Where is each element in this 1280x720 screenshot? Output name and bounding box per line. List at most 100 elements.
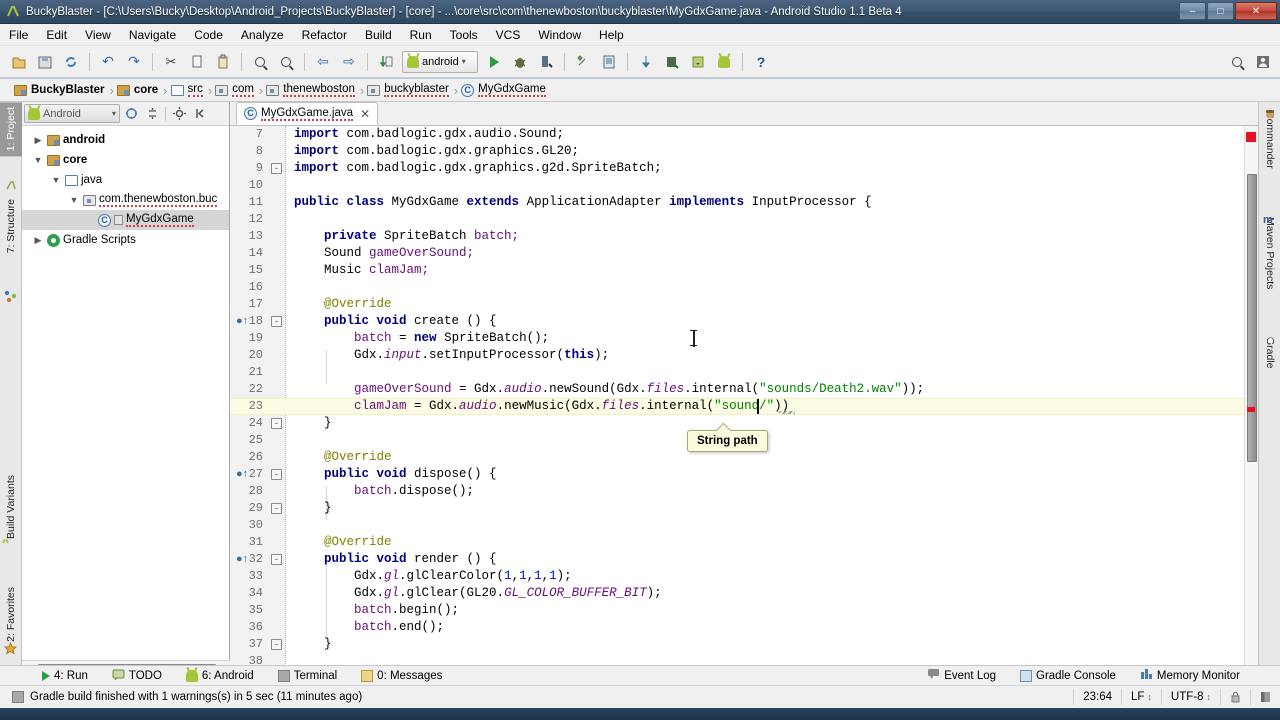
menu-refactor[interactable]: Refactor — [293, 25, 356, 45]
code-line[interactable]: public void create () { — [286, 313, 497, 330]
lock-toggle[interactable] — [1220, 689, 1250, 705]
editor-vscrollbar[interactable] — [1246, 174, 1257, 464]
redo-icon[interactable]: ↷ — [122, 50, 146, 74]
back-icon[interactable]: ⇦ — [311, 50, 335, 74]
find-icon[interactable] — [248, 50, 272, 74]
hide-panel-icon[interactable] — [190, 104, 210, 124]
update-project-icon[interactable] — [374, 50, 398, 74]
sidebar-tab-structure[interactable]: 7: Structure — [0, 194, 22, 258]
bottom-tab-run[interactable]: 4: Run — [30, 670, 100, 682]
vscrollbar-thumb[interactable] — [1247, 174, 1257, 462]
menu-window[interactable]: Window — [529, 25, 590, 45]
menu-build[interactable]: Build — [356, 25, 401, 45]
twisty-icon[interactable]: ▼ — [68, 195, 80, 205]
settings-gear-icon[interactable] — [169, 104, 189, 124]
code-line[interactable]: @Override — [286, 296, 392, 313]
open-project-icon[interactable] — [7, 50, 31, 74]
tree-item-mygdxgame[interactable]: C MyGdxGame — [22, 210, 229, 230]
code-fold-toggle-icon[interactable]: - — [271, 418, 282, 429]
menu-vcs[interactable]: VCS — [487, 25, 530, 45]
tree-item-package[interactable]: ▼ com.thenewboston.buc — [22, 190, 229, 210]
override-method-icon[interactable]: ●↑ — [236, 315, 248, 328]
debug-icon[interactable] — [508, 50, 532, 74]
breadcrumb-item-com[interactable]: com — [215, 83, 258, 97]
build-status-icon[interactable] — [12, 691, 24, 703]
breadcrumb-item-core[interactable]: core — [116, 84, 162, 96]
stepper-icon[interactable]: ↕ — [1147, 692, 1152, 702]
code-line[interactable]: batch.end(); — [286, 619, 444, 636]
code-line[interactable] — [286, 211, 294, 228]
code-fold-toggle-icon[interactable]: - — [271, 163, 282, 174]
code-line[interactable]: Music clamJam; — [286, 262, 429, 279]
warning-stripe-marker[interactable] — [1247, 407, 1255, 412]
scroll-from-source-icon[interactable] — [121, 104, 141, 124]
editor-gutter[interactable]: 7 8 9-10 11 12 13 14 15 16 17 18- ●↑ 19 20 21 22 23 24-25… — [230, 126, 286, 674]
breadcrumb-item-buckyblaster[interactable]: BuckyBlaster — [14, 84, 109, 96]
bottom-tab-gradle-console[interactable]: Gradle Console — [1008, 669, 1128, 682]
menu-analyze[interactable]: Analyze — [232, 25, 293, 45]
code-line[interactable]: @Override — [286, 449, 392, 466]
menu-help[interactable]: Help — [590, 25, 633, 45]
code-line[interactable]: batch.dispose(); — [286, 483, 474, 500]
run-icon[interactable] — [482, 50, 506, 74]
close-button[interactable]: ✕ — [1235, 2, 1277, 20]
code-line[interactable]: private SpriteBatch batch; — [286, 228, 519, 245]
override-method-icon[interactable]: ●↑ — [236, 468, 248, 481]
code-line[interactable]: Gdx.gl.glClear(GL20.GL_COLOR_BUFFER_BIT)… — [286, 585, 662, 602]
twisty-icon[interactable]: ▼ — [32, 155, 44, 165]
code-line[interactable]: import com.badlogic.gdx.graphics.g2d.Spr… — [286, 160, 662, 177]
code-line[interactable] — [286, 432, 294, 449]
paste-icon[interactable] — [211, 50, 235, 74]
help-icon[interactable]: ? — [749, 50, 773, 74]
code-line[interactable]: Gdx.input.setInputProcessor(this); — [286, 347, 609, 364]
editor-tab-mygdxgame[interactable]: C MyGdxGame.java ✕ — [236, 102, 379, 125]
code-line[interactable]: public void dispose() { — [286, 466, 497, 483]
sidebar-tab-project[interactable]: 1: Project — [0, 102, 22, 157]
tree-item-java[interactable]: ▼ java — [22, 170, 229, 190]
save-all-icon[interactable] — [33, 50, 57, 74]
maximize-button[interactable]: □ — [1207, 2, 1234, 20]
copy-icon[interactable] — [185, 50, 209, 74]
override-method-icon[interactable]: ●↑ — [236, 553, 248, 566]
twisty-icon[interactable]: ▼ — [50, 175, 62, 185]
breadcrumb-item-buckyblaster-pkg[interactable]: buckyblaster — [367, 83, 453, 97]
menu-run[interactable]: Run — [401, 25, 441, 45]
code-line[interactable]: import com.badlogic.gdx.audio.Sound; — [286, 126, 564, 143]
hide-tool-windows-toggle[interactable] — [1250, 689, 1280, 705]
twisty-icon[interactable]: ▶ — [32, 235, 44, 246]
bottom-tab-event-log[interactable]: Event Log — [915, 668, 1008, 683]
menu-tools[interactable]: Tools — [441, 25, 487, 45]
commit-icon[interactable] — [660, 50, 684, 74]
code-editor[interactable]: 7 8 9-10 11 12 13 14 15 16 17 18- ●↑ 19 20 21 22 23 24-25… — [230, 126, 1258, 674]
code-line[interactable]: Gdx.gl.glClearColor(1,1,1,1); — [286, 568, 572, 585]
tree-item-gradle-scripts[interactable]: ▶ Gradle Scripts — [22, 230, 229, 250]
caret-position[interactable]: 23:64 — [1073, 689, 1121, 705]
menu-edit[interactable]: Edit — [37, 25, 76, 45]
collapse-all-icon[interactable] — [142, 104, 162, 124]
sidebar-tab-favorites[interactable]: 2: Favorites — [0, 582, 22, 647]
vcs-update-icon[interactable] — [634, 50, 658, 74]
sidebar-tab-build-variants[interactable]: Build Variants — [0, 470, 22, 544]
code-line[interactable] — [286, 279, 294, 296]
error-marker[interactable] — [1246, 132, 1256, 142]
stepper-icon[interactable]: ↕ — [1207, 692, 1212, 702]
code-fold-toggle-icon[interactable]: - — [271, 554, 282, 565]
avd-icon[interactable] — [712, 50, 736, 74]
breadcrumb-item-src[interactable]: src — [170, 83, 207, 97]
line-separator-selector[interactable]: LF ↕ — [1120, 689, 1161, 705]
code-line[interactable]: } — [286, 636, 332, 653]
search-everywhere-icon[interactable] — [1225, 50, 1249, 74]
menu-view[interactable]: View — [76, 25, 120, 45]
bottom-tab-todo[interactable]: TODO — [100, 668, 174, 684]
forward-icon[interactable]: ⇨ — [337, 50, 361, 74]
sdk-manager-icon[interactable] — [571, 50, 595, 74]
code-line[interactable]: } — [286, 415, 332, 432]
user-account-icon[interactable] — [1251, 50, 1275, 74]
avd-manager-icon[interactable] — [597, 50, 621, 74]
code-fold-toggle-icon[interactable]: - — [271, 316, 282, 327]
menu-file[interactable]: File — [0, 25, 37, 45]
code-line[interactable]: gameOverSound = Gdx.audio.newSound(Gdx.f… — [286, 381, 924, 398]
bottom-tab-memory-monitor[interactable]: Memory Monitor — [1128, 668, 1252, 683]
code-line[interactable]: Sound gameOverSound; — [286, 245, 474, 262]
code-line[interactable] — [286, 517, 294, 534]
